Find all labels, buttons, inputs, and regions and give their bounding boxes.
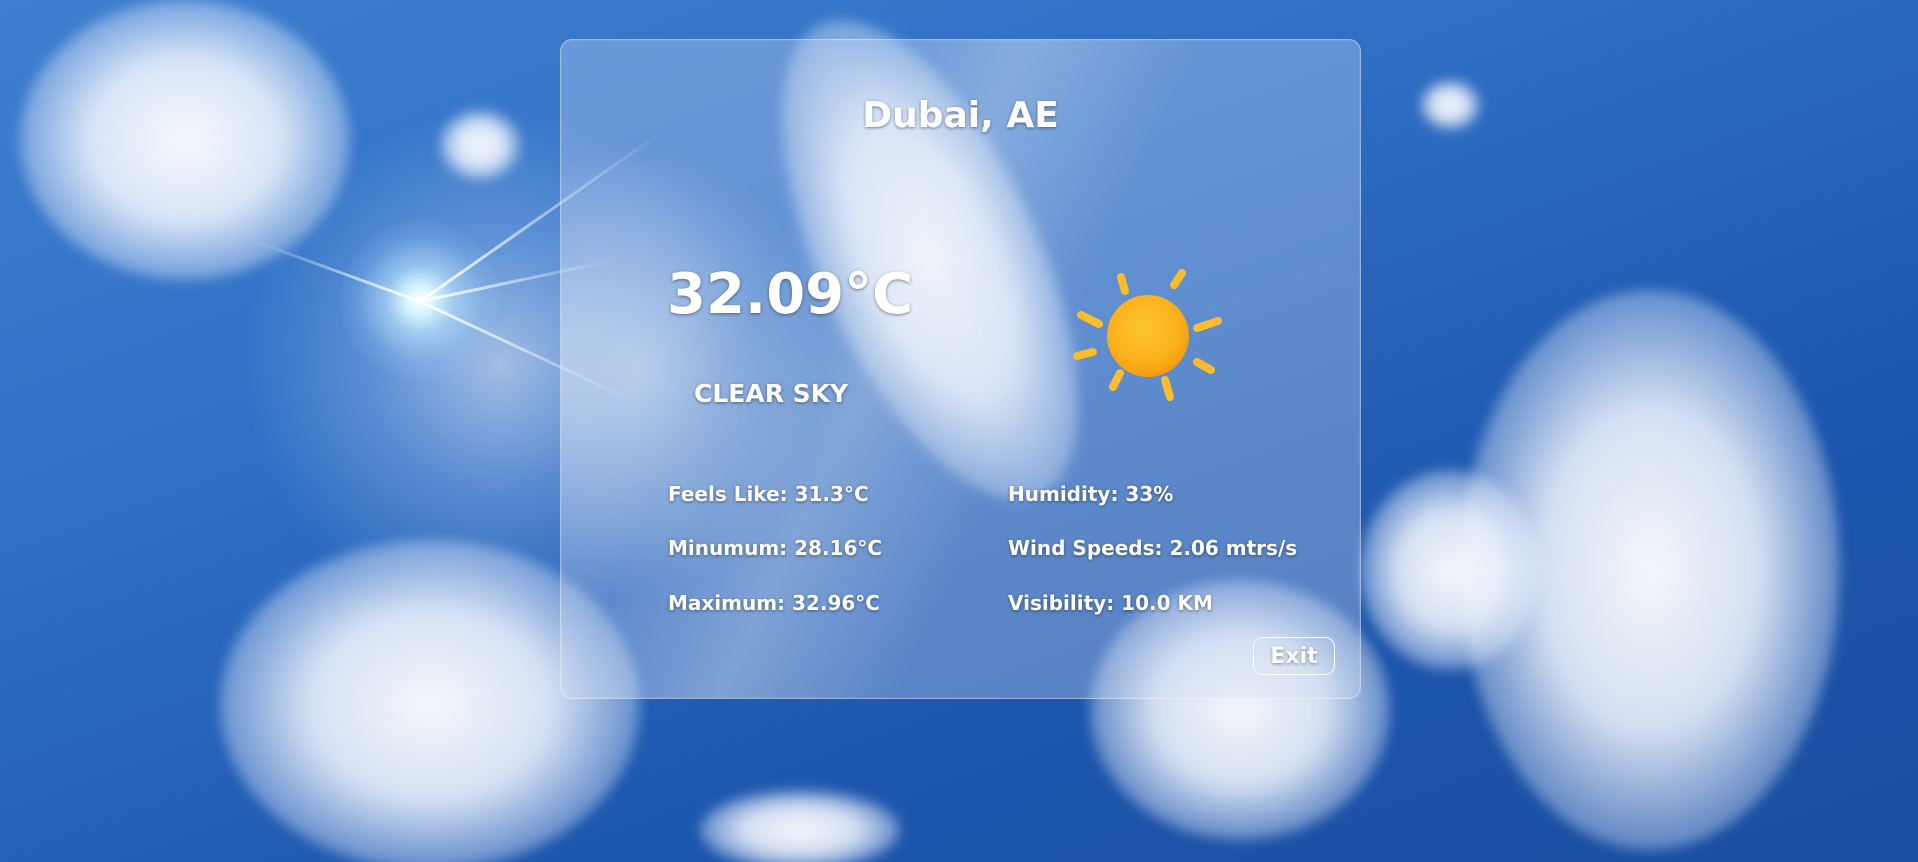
temperature-value: 32.09°C [667,262,914,327]
humidity-stat: Humidity: 33% [1008,482,1174,506]
weather-condition: CLEAR SKY [694,379,849,408]
cloud [1360,470,1540,670]
weather-card: Dubai, AE 32.09°C CLEAR SKY Feels Like: … [560,39,1361,699]
weather-app-window: Dubai, AE 32.09°C CLEAR SKY Feels Like: … [0,0,1918,862]
exit-button[interactable]: Exit [1253,637,1335,675]
feels-like-stat: Feels Like: 31.3°C [668,482,869,506]
sun-icon [1073,269,1222,401]
visibility-stat: Visibility: 10.0 KM [1008,591,1213,615]
location-title: Dubai, AE [862,95,1059,136]
sun-disc [1107,295,1189,377]
cloud [1420,80,1480,130]
minimum-temp-stat: Minumum: 28.16°C [668,536,883,560]
cloud [700,790,900,862]
wind-speed-stat: Wind Speeds: 2.06 mtrs/s [1008,536,1298,560]
maximum-temp-stat: Maximum: 32.96°C [668,591,880,615]
cloud [440,110,520,180]
cloud [20,0,350,280]
